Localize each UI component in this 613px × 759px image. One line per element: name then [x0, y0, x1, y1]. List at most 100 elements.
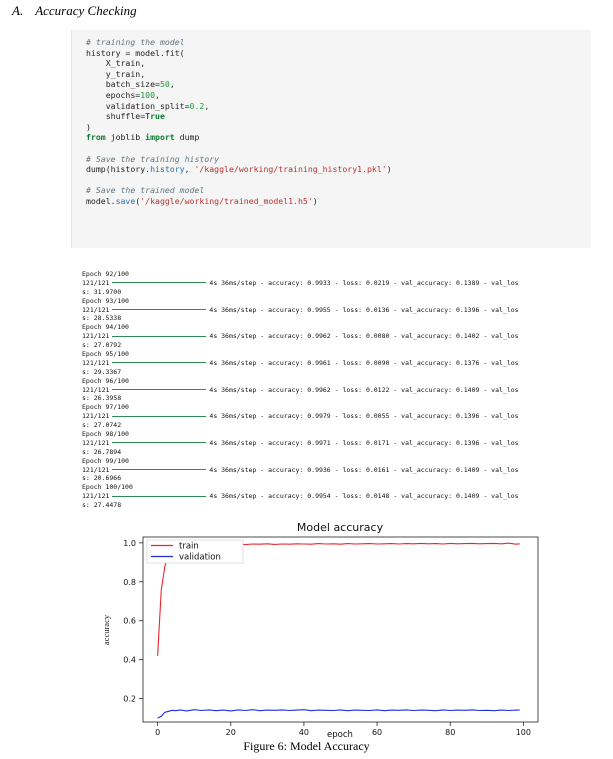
- code-save-obj: model.: [86, 195, 116, 206]
- log-wrap-tail: s: 28.5338: [82, 314, 122, 323]
- accuracy-chart: Model accuracy 0 20 40 60 80 100 0.2 0.4 0.6 0.8 1…: [95, 520, 565, 745]
- log-step-count: 121/121: [82, 358, 110, 367]
- section-heading: A. Accuracy Checking: [12, 3, 137, 19]
- log-stats: 4s 36ms/step - accuracy: 0.9961 - loss: …: [209, 358, 519, 367]
- code-dump-call: dump(history.: [86, 164, 151, 175]
- code-kw-from: from: [86, 132, 106, 143]
- log-stats: 4s 36ms/step - accuracy: 0.9971 - loss: …: [209, 438, 519, 447]
- code-cell: # training the model history = model.fit…: [71, 30, 591, 248]
- code-import-name: dump: [174, 132, 200, 143]
- progress-bar: [112, 335, 207, 337]
- code-comma: ,: [204, 100, 210, 111]
- code-arg-shuffle-key: shuffle=: [105, 111, 146, 122]
- progress-bar: [112, 415, 207, 417]
- code-comma: ,: [155, 89, 160, 100]
- progress-bar: [112, 442, 207, 444]
- code-arg-shuffle-val: True: [145, 111, 165, 122]
- section-title: Accuracy Checking: [35, 3, 137, 18]
- log-step-line: 121/121 4s 36ms/step - accuracy: 0.9961 -…: [82, 359, 592, 368]
- log-step-line: 121/121 4s 36ms/step - accuracy: 0.9936 -…: [82, 466, 592, 475]
- log-step-count: 121/121: [82, 465, 110, 474]
- log-step-line: 121/121 4s 36ms/step - accuracy: 0.9954 -…: [82, 492, 592, 501]
- log-wrap-tail: s: 31.9700: [82, 287, 122, 296]
- log-stats: 4s 36ms/step - accuracy: 0.9962 - loss: …: [209, 332, 519, 341]
- progress-bar: [112, 389, 207, 391]
- log-epoch-header: Epoch 96/100: [82, 376, 129, 385]
- chart-title: Model accuracy: [297, 521, 384, 534]
- log-step-line: 121/121 4s 36ms/step - accuracy: 0.9955 -…: [82, 306, 592, 315]
- x-tick-label: 40: [299, 728, 309, 737]
- code-import-module: joblib: [105, 132, 146, 143]
- code-arg-batch-val: 50: [159, 79, 170, 90]
- code-kw-import: import: [145, 132, 175, 143]
- code-arg-split-val: 0.2: [189, 100, 205, 111]
- log-wrap-tail: s: 20.6966: [82, 474, 122, 483]
- code-save-end: ): [312, 195, 318, 206]
- log-epoch-header: Epoch 99/100: [82, 456, 129, 465]
- y-tick-label: 1.0: [123, 539, 136, 548]
- code-arg-ytrain: y_train,: [105, 68, 146, 79]
- log-epoch-header: Epoch 100/100: [82, 483, 133, 492]
- code-save-path: '/kaggle/working/trained_model1.h5': [140, 195, 313, 206]
- figure-caption: Figure 6: Model Accuracy: [243, 739, 370, 753]
- accuracy-chart-svg: Model accuracy 0 20 40 60 80 100 0.2 0.4 0.6 0.8 1…: [101, 521, 539, 740]
- x-tick-label: 0: [155, 728, 160, 737]
- progress-bar: [112, 362, 207, 364]
- code-close-paren: ): [86, 121, 91, 132]
- code-arg-split-key: validation_split=: [105, 100, 190, 111]
- log-epoch-header: Epoch 97/100: [82, 403, 129, 412]
- legend-label-train: train: [179, 542, 199, 552]
- code-save-fn: save: [115, 195, 136, 206]
- section-number: A.: [12, 3, 24, 18]
- log-epoch-header: Epoch 98/100: [82, 430, 129, 439]
- log-step-count: 121/121: [82, 492, 110, 501]
- code-dump-attr: history: [150, 164, 185, 175]
- log-stats: 4s 36ms/step - accuracy: 0.9936 - loss: …: [209, 465, 519, 474]
- log-epoch-header: Epoch 93/100: [82, 296, 129, 305]
- x-tick-label: 60: [372, 728, 382, 737]
- code-comma: ,: [169, 79, 175, 90]
- y-tick-label: 0.4: [123, 656, 136, 665]
- log-wrap-tail: s: 27.0742: [82, 421, 122, 430]
- code-arg-epochs-val: 100: [140, 89, 156, 100]
- code-arg-xtrain: X_train,: [105, 58, 146, 69]
- y-tick-label: 0.8: [123, 578, 136, 587]
- log-step-count: 121/121: [82, 385, 110, 394]
- progress-bar: [112, 495, 207, 497]
- y-tick-label: 0.6: [123, 617, 136, 626]
- log-step-line: 121/121 4s 36ms/step - accuracy: 0.9971 -…: [82, 439, 592, 448]
- code-dump-end: ): [386, 164, 392, 175]
- log-wrap-tail: s: 27.0792: [82, 341, 122, 350]
- log-epoch-header: Epoch 92/100: [82, 270, 129, 278]
- log-wrap-tail: s: 26.7894: [82, 447, 122, 456]
- plot-area: [142, 536, 539, 723]
- y-tick-label: 0.2: [123, 695, 136, 704]
- log-wrap-tail: s: 27.4478: [82, 501, 122, 510]
- log-stats: 4s 36ms/step - accuracy: 0.9933 - loss: …: [209, 278, 519, 287]
- log-wrap-tail: s: 29.3367: [82, 367, 122, 376]
- log-step-line: 121/121 4s 36ms/step - accuracy: 0.9979 -…: [82, 412, 592, 421]
- code-dump-sep: ,: [184, 164, 195, 175]
- progress-bar: [112, 309, 207, 311]
- progress-bar: [112, 469, 207, 471]
- code-line-fit: history = model.fit(: [86, 47, 185, 58]
- code-comment-save-history: # Save the training history: [86, 153, 220, 164]
- log-step-line: 121/121 4s 36ms/step - accuracy: 0.9933 -…: [82, 279, 592, 288]
- progress-bar: [112, 282, 207, 284]
- log-step-count: 121/121: [82, 305, 110, 314]
- log-stats: 4s 36ms/step - accuracy: 0.9955 - loss: …: [209, 305, 519, 314]
- log-step-count: 121/121: [82, 412, 110, 421]
- code-comment-save-model: # Save the trained model: [86, 185, 205, 196]
- log-stats: 4s 36ms/step - accuracy: 0.9962 - loss: …: [209, 385, 519, 394]
- log-step-count: 121/121: [82, 278, 110, 287]
- legend-label-validation: validation: [179, 553, 221, 563]
- log-step-line: 121/121 4s 36ms/step - accuracy: 0.9962 -…: [82, 386, 592, 395]
- log-stats: 4s 36ms/step - accuracy: 0.9979 - loss: …: [209, 412, 519, 421]
- log-wrap-tail: s: 26.3958: [82, 394, 122, 403]
- x-tick-label: 100: [516, 728, 531, 737]
- code-comment-train: # training the model: [86, 37, 185, 47]
- training-log: Epoch 92/100 121/121 4s 36ms/step - accur…: [82, 270, 592, 510]
- x-tick-label: 80: [445, 728, 455, 737]
- log-stats: 4s 36ms/step - accuracy: 0.9954 - loss: …: [209, 492, 519, 501]
- log-step-count: 121/121: [82, 332, 110, 341]
